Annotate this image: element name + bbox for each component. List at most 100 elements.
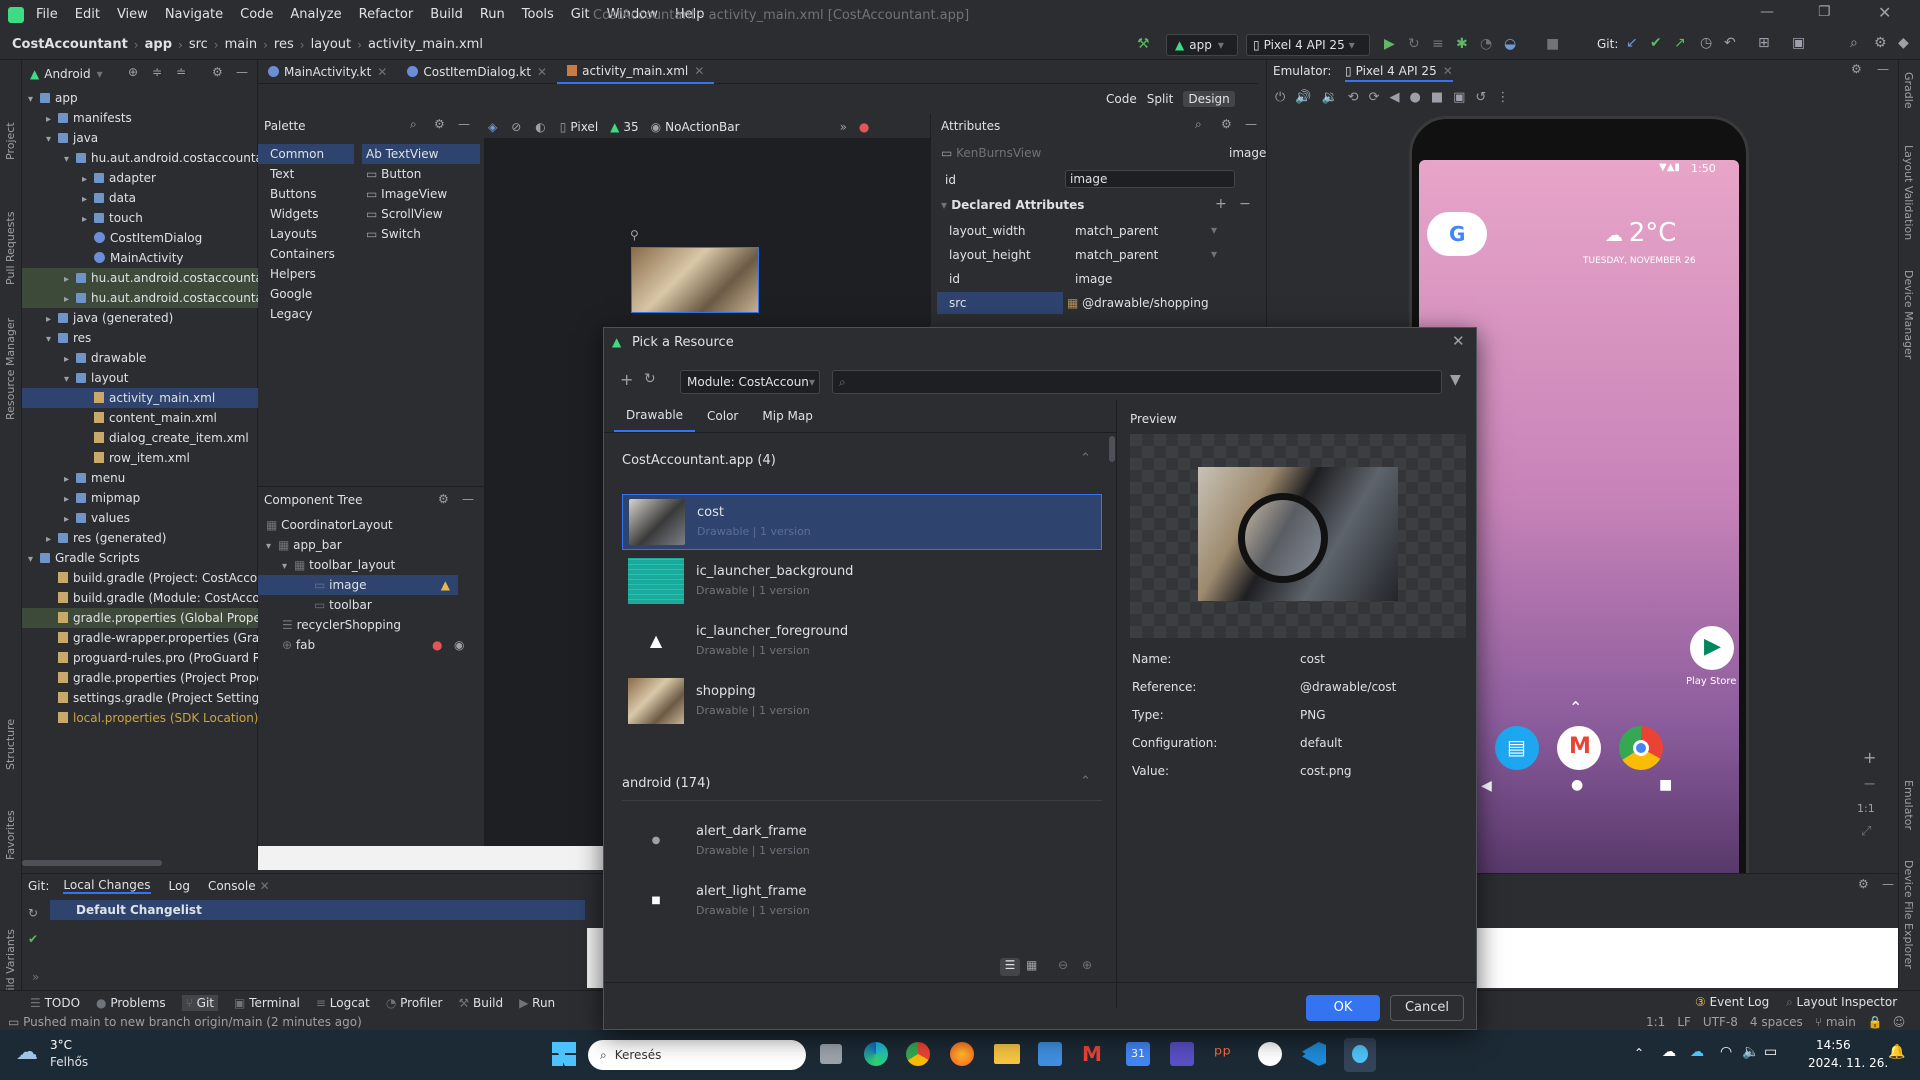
chevron-down-icon[interactable]: ▾	[28, 90, 40, 108]
breadcrumb-file[interactable]: activity_main.xml	[368, 37, 483, 52]
zoom-in-icon[interactable]: +	[1863, 748, 1876, 767]
emulator-hide-icon[interactable]: —	[1877, 62, 1889, 76]
rotate-left-icon[interactable]: ⟲	[1348, 90, 1359, 105]
palette-category[interactable]: Layouts	[258, 224, 354, 244]
attr-src-value[interactable]: ▦ @drawable/shopping	[1067, 296, 1209, 310]
wifi-icon[interactable]: ◠	[1720, 1044, 1732, 1060]
project-tree-item[interactable]: ▸ drawable	[22, 348, 258, 368]
visibility-eye-icon[interactable]: ◉	[454, 635, 464, 655]
ide-logo-icon[interactable]: ◆	[1898, 35, 1909, 51]
overview-icon[interactable]: ■	[1431, 90, 1443, 105]
git-branch[interactable]: ⑂ main	[1815, 1015, 1856, 1029]
split-mode-button[interactable]: Split	[1147, 92, 1174, 106]
back-icon[interactable]: ◀	[1389, 90, 1399, 105]
ms-store-icon[interactable]	[1038, 1042, 1062, 1066]
todo-button[interactable]: ☰ TODO	[30, 996, 80, 1010]
chevron-down-icon[interactable]: ▾	[64, 150, 76, 168]
error-icon[interactable]: ●	[432, 635, 442, 655]
orientation-icon[interactable]: ◐	[535, 120, 545, 134]
palette-widget[interactable]: ▭ Button	[362, 164, 480, 184]
image-view-preview[interactable]	[631, 247, 759, 313]
project-tree-item[interactable]: ▸ mipmap	[22, 488, 258, 508]
refresh-resources-icon[interactable]: ↻	[644, 371, 656, 387]
taskbar-search[interactable]: ⌕ Keresés	[588, 1040, 806, 1070]
calendar-icon[interactable]: 31	[1126, 1042, 1150, 1066]
project-tree-item[interactable]: ▸ menu	[22, 468, 258, 488]
id-input[interactable]: image	[1065, 170, 1235, 188]
debug-icon[interactable]: ✱	[1456, 36, 1468, 52]
project-tree-item[interactable]: ▸ res (generated)	[22, 528, 258, 548]
menu-tools[interactable]: Tools	[522, 7, 554, 22]
project-tree-item[interactable]: ▾ layout	[22, 368, 258, 388]
project-tree-item[interactable]: dialog_create_item.xml	[22, 428, 258, 448]
project-tree-item[interactable]: ▸ touch	[22, 208, 258, 228]
remove-attribute-icon[interactable]: −	[1239, 196, 1251, 212]
attr-layout-height-value[interactable]: match_parent	[1075, 248, 1158, 262]
code-mode-button[interactable]: Code	[1106, 92, 1137, 106]
tree-toolbar-layout[interactable]: ▾ ▦ toolbar_layout	[282, 555, 395, 575]
commit-check-icon[interactable]: ✔	[28, 932, 38, 946]
file-encoding[interactable]: UTF-8	[1703, 1015, 1738, 1029]
warning-icon[interactable]: ▲	[441, 575, 450, 595]
run-button[interactable]: ▶ Run	[519, 996, 555, 1010]
stripe-favorites[interactable]: Favorites	[4, 810, 17, 860]
resource-item-ic-launcher-background[interactable]: ic_launcher_background Drawable | 1 vers…	[622, 554, 1102, 610]
tab-activity-main[interactable]: activity_main.xml ✕	[557, 60, 715, 84]
component-tree-hide-icon[interactable]: —	[462, 492, 474, 506]
refresh-icon[interactable]: ↻	[28, 906, 38, 920]
layers-icon[interactable]: ◈	[488, 120, 497, 134]
gmail-taskbar-icon[interactable]: M	[1082, 1042, 1108, 1066]
tab-main-activity[interactable]: MainActivity.kt ✕	[258, 60, 397, 84]
git-commit-icon[interactable]: ✔	[1650, 35, 1662, 51]
attributes-search-icon[interactable]: ⌕	[1195, 117, 1202, 132]
volume-up-icon[interactable]: 🔊	[1295, 90, 1311, 105]
rotate-right-icon[interactable]: ⟳	[1369, 90, 1380, 105]
error-indicator-icon[interactable]: ●	[859, 120, 869, 134]
project-tree-item[interactable]: ▾ hu.aut.android.costaccountant	[22, 148, 258, 168]
project-tree-item[interactable]: build.gradle (Module: CostAccou	[22, 588, 258, 608]
notifications-icon[interactable]: ☺	[1893, 1015, 1906, 1029]
emulator-settings-icon[interactable]: ⚙	[1851, 62, 1862, 76]
emulator-device-tab[interactable]: ▯ Pixel 4 API 25 ✕	[1345, 64, 1453, 82]
screenshot-icon[interactable]: ▣	[1453, 90, 1465, 105]
chevron-right-icon[interactable]: ▸	[82, 210, 94, 228]
tab-console[interactable]: Console	[208, 879, 256, 893]
breadcrumb-res[interactable]: res	[274, 37, 294, 52]
resource-item-alert-dark-frame[interactable]: ● alert_dark_frame Drawable | 1 version	[622, 814, 1102, 870]
tray-overflow-icon[interactable]: ⌃	[1634, 1046, 1644, 1060]
weather-cloud-icon[interactable]: ☁	[16, 1040, 38, 1065]
stripe-device-file-explorer[interactable]: Device File Explorer	[1902, 860, 1915, 969]
zoom-in-list-icon[interactable]: ⊕	[1082, 958, 1092, 972]
project-tree-item[interactable]: local.properties (SDK Location)	[22, 708, 258, 728]
palette-settings-icon[interactable]: ⚙	[434, 117, 445, 131]
tree-fab[interactable]: ⊕ fab ● ◉	[282, 635, 482, 655]
project-tree-item[interactable]: activity_main.xml	[22, 388, 258, 408]
palette-search-icon[interactable]: ⌕	[410, 117, 417, 132]
zoom-out-list-icon[interactable]: ⊖	[1058, 958, 1068, 972]
palette-widget[interactable]: ▭ ImageView	[362, 184, 480, 204]
project-tree-item[interactable]: build.gradle (Project: CostAccou	[22, 568, 258, 588]
project-tree-item[interactable]: ▸ java (generated)	[22, 308, 258, 328]
rerun-icon[interactable]: ↻	[1408, 36, 1420, 52]
grid-view-icon[interactable]: ▦	[1026, 958, 1037, 972]
ok-button[interactable]: OK	[1306, 995, 1380, 1021]
build-button[interactable]: ⚒ Build	[458, 996, 503, 1010]
chevron-down-icon[interactable]: ▾	[64, 370, 76, 388]
resource-search-input[interactable]: ⌕	[832, 370, 1442, 394]
project-tree-item[interactable]: gradle.properties (Project Propert	[22, 668, 258, 688]
palette-widget[interactable]: ▭ Switch	[362, 224, 480, 244]
palette-hide-icon[interactable]: —	[458, 117, 470, 131]
chevron-right-icon[interactable]: ▸	[64, 510, 76, 528]
chevron-down-icon[interactable]: ▾	[46, 330, 58, 348]
line-separator[interactable]: LF	[1677, 1015, 1691, 1029]
windows-start-icon[interactable]	[552, 1042, 576, 1066]
apply-changes-icon[interactable]: ≡	[1432, 36, 1444, 52]
tab-cost-item-dialog[interactable]: CostItemDialog.kt ✕	[397, 60, 557, 84]
locate-icon[interactable]: ⊕	[128, 65, 138, 79]
attributes-hide-icon[interactable]: —	[1245, 117, 1257, 131]
resource-item-ic-launcher-foreground[interactable]: ▲ ic_launcher_foreground Drawable | 1 ve…	[622, 614, 1102, 670]
expand-all-icon[interactable]: ≑	[152, 65, 162, 79]
tree-recycler-shopping[interactable]: ☰ recyclerShopping	[282, 615, 401, 635]
chevron-right-icon[interactable]: ▸	[82, 170, 94, 188]
chevron-right-icon[interactable]: ▸	[64, 350, 76, 368]
